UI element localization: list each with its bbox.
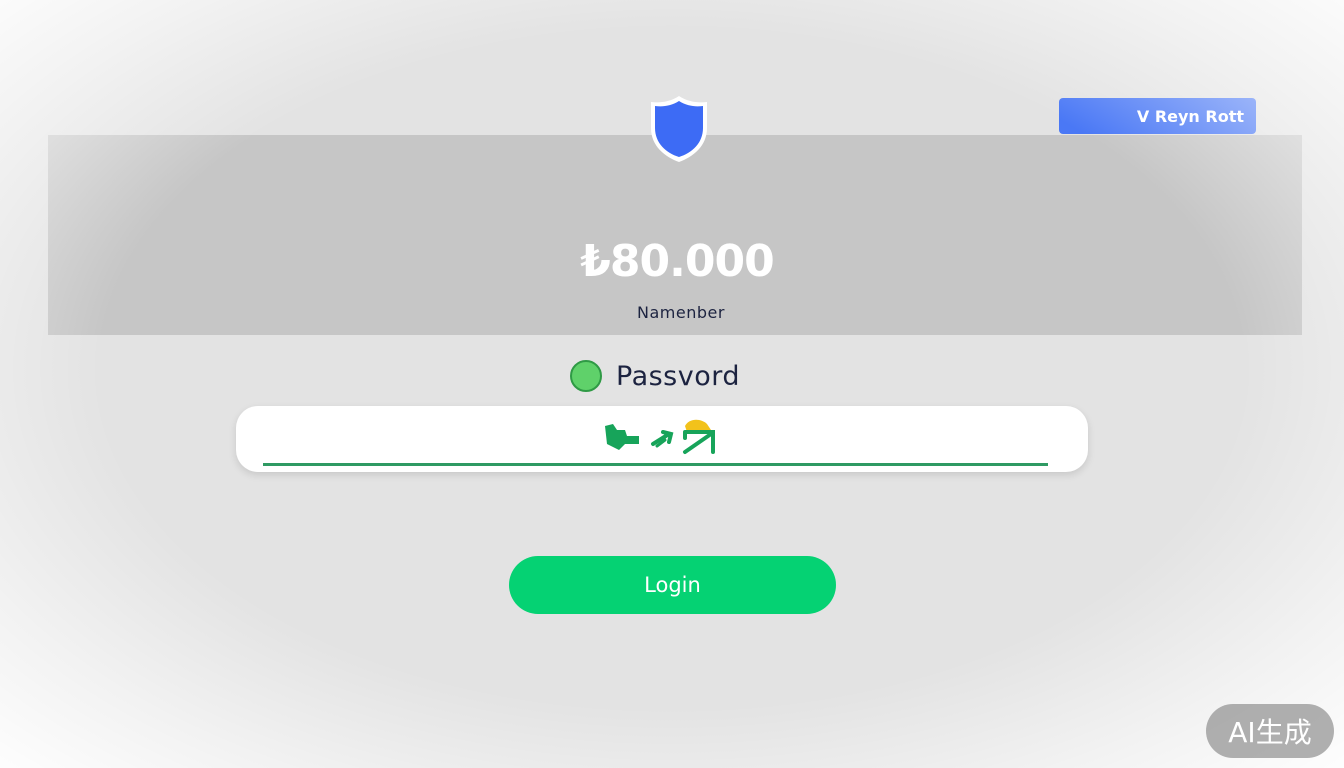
password-input[interactable] — [236, 406, 1088, 472]
password-label: Passvord — [616, 360, 741, 392]
status-dot-icon — [570, 360, 602, 392]
ai-watermark: AI生成 — [1206, 704, 1334, 758]
shield-icon — [651, 96, 707, 162]
password-label-row: Passvord — [570, 356, 740, 396]
password-glyphs-icon — [605, 419, 715, 454]
member-label: Namenber — [637, 303, 725, 322]
login-button[interactable]: Login — [509, 556, 836, 614]
balance-amount: ₺80.000 — [580, 236, 774, 287]
top-right-button[interactable]: V Reyn Rott — [1059, 98, 1256, 134]
login-screen: V Reyn Rott ₺80.000 Namenber Passvord Lo… — [0, 0, 1344, 768]
password-underline-right — [678, 463, 1048, 466]
